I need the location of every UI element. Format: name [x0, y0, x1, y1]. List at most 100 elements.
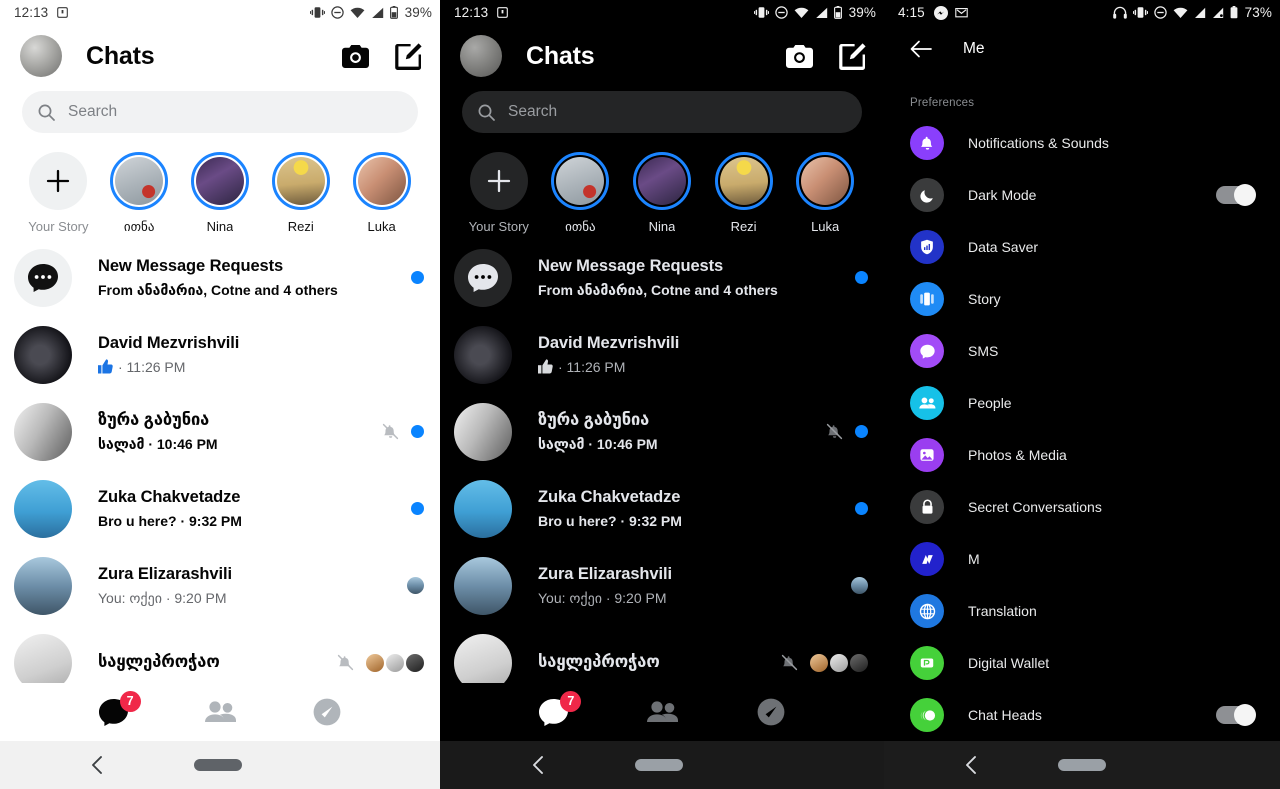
table-row[interactable]: საყლეპროჭაო: [0, 624, 440, 683]
camera-icon[interactable]: [786, 44, 813, 68]
wifi-icon: [1173, 7, 1188, 19]
dark-mode-toggle[interactable]: [1216, 184, 1256, 206]
story-add-your-story[interactable]: Your Story: [18, 152, 99, 235]
signal2-icon: [1212, 7, 1224, 19]
tab-chats[interactable]: 7: [539, 690, 582, 726]
search-placeholder: Search: [508, 103, 558, 120]
bell-icon: [910, 126, 944, 160]
do-not-disturb-icon: [774, 6, 788, 19]
table-row[interactable]: New Message Requests From ანამარია, Cotn…: [0, 239, 440, 316]
home-pill[interactable]: [1058, 759, 1107, 771]
unread-dot: [411, 425, 424, 438]
setting-sms[interactable]: SMS: [884, 325, 1280, 377]
back-chevron-icon[interactable]: [440, 755, 635, 775]
vibrate-icon: [753, 6, 769, 19]
app-header-dark: Chats: [440, 25, 884, 87]
setting-label: SMS: [968, 343, 999, 359]
avatar[interactable]: [454, 556, 512, 615]
story-label: Your Story: [28, 219, 89, 234]
unread-dot: [411, 271, 424, 284]
battery-icon: [833, 6, 842, 19]
row-subtitle: · 11:26 PM: [118, 358, 186, 375]
table-row[interactable]: ზურა გაბუნია სალამ · 10:46 PM: [0, 393, 440, 470]
setting-label: Chat Heads: [968, 707, 1042, 723]
table-row[interactable]: Zura Elizarashvili You: ოქეი · 9:20 PM: [440, 547, 884, 624]
table-row[interactable]: David Mezvrishvili · 11:26 PM: [0, 316, 440, 393]
avatar[interactable]: [14, 402, 72, 461]
setting-photos-media[interactable]: Photos & Media: [884, 429, 1280, 481]
status-icons-dark: 39%: [753, 5, 876, 20]
setting-label: Photos & Media: [968, 447, 1067, 463]
avatar[interactable]: [14, 479, 72, 538]
setting-chat-heads[interactable]: Chat Heads: [884, 689, 1280, 741]
setting-dark-mode[interactable]: Dark Mode: [884, 169, 1280, 221]
back-arrow-icon[interactable]: [910, 40, 932, 58]
android-nav-bar-settings: [884, 741, 1280, 789]
row-subtitle: From ანამარია, Cotne and 4 others: [538, 281, 778, 298]
story-item[interactable]: Rezi: [703, 152, 785, 235]
people-icon: [910, 386, 944, 420]
status-bar-dark: 12:13 39%: [440, 0, 884, 25]
setting-m[interactable]: M: [884, 533, 1280, 585]
search-input[interactable]: Search: [22, 91, 418, 133]
signal-icon: [371, 7, 384, 19]
table-row[interactable]: Zuka Chakvetadze Bro u here? · 9:32 PM: [0, 470, 440, 547]
table-row[interactable]: David Mezvrishvili · 11:26 PM: [440, 316, 884, 393]
story-label: Nina: [206, 219, 234, 234]
row-subtitle: You: ოქეი · 9:20 PM: [538, 589, 667, 606]
compose-icon[interactable]: [395, 42, 422, 70]
setting-translation[interactable]: Translation: [884, 585, 1280, 637]
status-time: 4:15: [898, 5, 925, 20]
table-row[interactable]: საყლეპროჭაო: [440, 624, 884, 683]
battery-percent: 73%: [1244, 5, 1272, 20]
setting-notifications-sounds[interactable]: Notifications & Sounds: [884, 117, 1280, 169]
setting-data-saver[interactable]: Data Saver: [884, 221, 1280, 273]
avatar[interactable]: [14, 633, 72, 683]
row-subtitle: Bro u here? · 9:32 PM: [538, 512, 682, 529]
tab-discover[interactable]: [757, 698, 785, 726]
story-label: Luka: [367, 219, 396, 234]
tab-people[interactable]: [646, 701, 678, 723]
story-item[interactable]: Rezi: [260, 152, 341, 235]
setting-digital-wallet[interactable]: Digital Wallet: [884, 637, 1280, 689]
chat-heads-toggle[interactable]: [1216, 704, 1256, 726]
compose-icon[interactable]: [839, 42, 866, 70]
shield-icon: [910, 230, 944, 264]
back-chevron-icon[interactable]: [0, 755, 194, 775]
story-add-your-story[interactable]: Your Story: [458, 152, 540, 235]
setting-secret-conversations[interactable]: Secret Conversations: [884, 481, 1280, 533]
setting-people[interactable]: People: [884, 377, 1280, 429]
avatar[interactable]: [20, 35, 62, 77]
android-nav-bar-dark: [440, 741, 884, 789]
home-pill[interactable]: [193, 759, 242, 771]
avatar[interactable]: [460, 35, 502, 77]
story-item[interactable]: ითნა: [99, 152, 180, 235]
avatar[interactable]: [14, 325, 72, 384]
wifi-icon: [794, 7, 809, 19]
tab-people[interactable]: [204, 701, 236, 723]
setting-story[interactable]: Story: [884, 273, 1280, 325]
table-row[interactable]: Zura Elizarashvili You: ოქეი · 9:20 PM: [0, 547, 440, 624]
table-row[interactable]: New Message Requests From ანამარია, Cotn…: [440, 239, 884, 316]
search-input[interactable]: Search: [462, 91, 862, 133]
tab-discover[interactable]: [313, 698, 341, 726]
back-chevron-icon[interactable]: [884, 755, 1058, 775]
status-icons-light: 39%: [309, 5, 432, 20]
avatar[interactable]: [454, 633, 512, 683]
avatar[interactable]: [454, 325, 512, 384]
home-pill[interactable]: [635, 759, 684, 771]
table-row[interactable]: ზურა გაბუნია სალამ · 10:46 PM: [440, 393, 884, 470]
camera-icon[interactable]: [342, 44, 369, 68]
avatar[interactable]: [454, 402, 512, 461]
story-item[interactable]: Luka: [341, 152, 422, 235]
tab-chats[interactable]: 7: [98, 690, 141, 726]
avatar[interactable]: [14, 556, 72, 615]
story-item[interactable]: Luka: [784, 152, 866, 235]
story-item[interactable]: Nina: [180, 152, 261, 235]
table-row[interactable]: Zuka Chakvetadze Bro u here? · 9:32 PM: [440, 470, 884, 547]
messenger-dark-panel: 12:13 39% Chats Search Your Story ითნა N…: [440, 0, 884, 789]
row-title: Zura Elizarashvili: [538, 565, 672, 584]
story-item[interactable]: ითნა: [540, 152, 622, 235]
avatar[interactable]: [454, 479, 512, 538]
story-item[interactable]: Nina: [621, 152, 703, 235]
